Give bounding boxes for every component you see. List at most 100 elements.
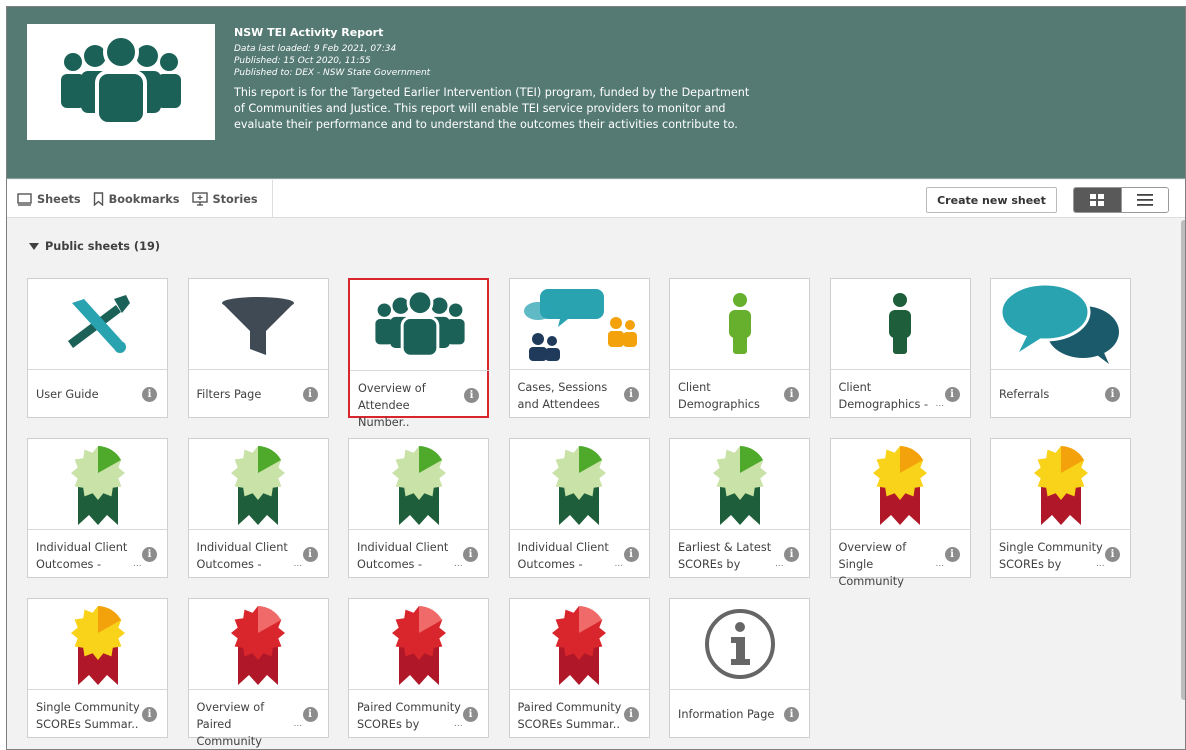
app-header: NSW TEI Activity Report Data last loaded…	[7, 7, 1185, 179]
sheet-card[interactable]: Cases, Sessions and Attendees i	[508, 278, 650, 418]
caret-down-icon	[29, 243, 39, 250]
info-icon[interactable]: i	[463, 547, 478, 562]
info-icon[interactable]: i	[302, 387, 318, 402]
stories-icon	[191, 192, 208, 206]
sheet-title-line: SCOREs by	[678, 558, 741, 571]
sheet-title-line: Paired Community	[357, 701, 461, 714]
list-view-button[interactable]	[1120, 188, 1168, 212]
info-icon[interactable]: i	[142, 707, 157, 722]
sheet-title-line: Outcomes -	[357, 558, 423, 571]
sheet-card[interactable]: Information Page i	[669, 598, 810, 738]
sheet-title-line: Overview of Paired	[196, 701, 265, 731]
people-group-icon	[61, 34, 181, 126]
data-last-loaded: Data last loaded: 9 Feb 2021, 07:34	[234, 44, 397, 54]
sheet-title-line: Referrals	[999, 388, 1050, 401]
sheet-title-line: Client	[678, 381, 711, 394]
create-new-sheet-button[interactable]: Create new sheet	[926, 187, 1057, 213]
sheet-title-line: SCOREs Summar..	[36, 718, 139, 731]
sheet-title: Individual Client Outcomes -	[518, 539, 622, 573]
sheet-card[interactable]: Client Demographics i	[669, 278, 810, 418]
sheet-title: Individual Client Outcomes -	[197, 539, 301, 573]
sheet-card[interactable]: Referrals i	[990, 278, 1131, 418]
scrollbar[interactable]	[1181, 220, 1185, 700]
sheet-card[interactable]: Individual Client Outcomes - i...	[348, 438, 489, 578]
sheet-title: Paired Community SCOREs Summar..	[518, 699, 622, 733]
sheet-title-line: and Attendees	[517, 398, 600, 411]
info-icon[interactable]: i	[623, 387, 639, 402]
sheet-title: Overview of Paired Community	[196, 699, 301, 749]
sheet-card[interactable]: Individual Client Outcomes - i...	[27, 438, 168, 578]
sheet-title-line: Individual Client	[517, 541, 609, 554]
sheet-card[interactable]: Single Community SCOREs Summar.. i	[27, 598, 168, 738]
sheet-title: Paired Community SCOREs by	[357, 699, 461, 733]
ellipsis-icon: ...	[454, 719, 463, 729]
green-rosette-icon	[28, 439, 167, 530]
sheet-title: Overview of Attendee Number..	[358, 380, 462, 431]
green-rosette-icon	[349, 439, 488, 530]
nav-tabs: Sheets Bookmarks Stories	[7, 180, 273, 218]
info-icon[interactable]: i	[463, 707, 478, 722]
tab-bookmarks-label: Bookmarks	[108, 192, 180, 206]
sheet-card[interactable]: Individual Client Outcomes - i...	[508, 438, 650, 578]
info-icon[interactable]: i	[623, 707, 639, 722]
sheet-title-line: Paired Community	[517, 701, 622, 714]
info-icon[interactable]: i	[302, 707, 318, 722]
ellipsis-icon: ...	[614, 559, 624, 569]
person-darkgreen-icon	[830, 279, 970, 370]
sheet-card[interactable]: Filters Page i	[187, 278, 329, 418]
toolbar: Sheets Bookmarks Stories Create new shee…	[7, 180, 1185, 218]
sheet-title-line: Overview of	[358, 382, 426, 395]
info-icon[interactable]: i	[142, 387, 157, 402]
red-rosette-icon	[509, 599, 649, 690]
info-icon[interactable]: i	[784, 547, 799, 562]
info-icon[interactable]: i	[142, 547, 157, 562]
sheet-title-line: Filters Page	[196, 388, 262, 401]
sheet-card[interactable]: Single Community SCOREs by i...	[990, 438, 1131, 578]
info-icon[interactable]: i	[464, 388, 479, 403]
sheet-card[interactable]: Overview of Single Community i...	[829, 438, 971, 588]
info-icon[interactable]: i	[1105, 387, 1120, 402]
ellipsis-icon: ...	[133, 559, 142, 569]
view-toggle	[1073, 187, 1169, 213]
sheet-title-line: Demographics -	[838, 398, 929, 411]
tools-icon	[28, 279, 167, 370]
app-title: NSW TEI Activity Report	[234, 26, 384, 39]
yellow-rosette-icon	[991, 439, 1130, 530]
info-icon[interactable]: i	[944, 547, 960, 562]
sheet-card[interactable]: User Guide i	[27, 278, 168, 418]
info-icon[interactable]: i	[784, 707, 799, 722]
sheet-title: User Guide	[36, 386, 140, 403]
tab-bookmarks[interactable]: Bookmarks	[93, 192, 180, 206]
public-sheets-toggle[interactable]: Public sheets (19)	[29, 240, 160, 253]
green-rosette-icon	[670, 439, 809, 530]
sheet-card[interactable]: Overview of Attendee Number.. i	[348, 278, 489, 429]
sheet-title-line: Individual Client	[196, 541, 288, 554]
sheet-title: Client Demographics	[678, 379, 782, 413]
sheet-title-line: Single Community	[999, 541, 1103, 554]
ellipsis-icon: ...	[454, 559, 463, 569]
info-icon[interactable]: i	[1105, 547, 1120, 562]
info-icon[interactable]: i	[302, 547, 318, 562]
sheet-title-line: Outcomes -	[196, 558, 262, 571]
info-icon[interactable]: i	[784, 387, 799, 402]
grid-view-button[interactable]	[1074, 188, 1121, 212]
tab-sheets[interactable]: Sheets	[17, 193, 81, 206]
sheet-card[interactable]: Earliest & Latest SCOREs by i...	[669, 438, 810, 578]
sheet-card[interactable]: Paired Community SCOREs by i...	[348, 598, 489, 738]
list-icon	[1136, 194, 1153, 206]
sheet-title-line: Attendee Number..	[358, 399, 410, 429]
tab-stories[interactable]: Stories	[191, 192, 258, 206]
public-sheets-title: Public sheets (19)	[45, 240, 160, 253]
sheet-card[interactable]: Paired Community SCOREs Summar.. i	[508, 598, 650, 738]
published-to: Published to: DEX - NSW State Government	[234, 68, 431, 78]
sheet-card[interactable]: Individual Client Outcomes - i...	[187, 438, 329, 578]
people-group-icon	[350, 280, 489, 371]
sheet-icon	[17, 192, 32, 206]
info-icon[interactable]: i	[623, 547, 639, 562]
info-icon[interactable]: i	[944, 387, 960, 402]
sheet-card[interactable]: Overview of Paired Community i...	[187, 598, 329, 748]
sheet-title-line: SCOREs Summar..	[517, 718, 620, 731]
sheet-card[interactable]: Client Demographics - i...	[829, 278, 971, 418]
sheet-title-line: User Guide	[36, 388, 99, 401]
ellipsis-icon: ...	[293, 559, 303, 569]
